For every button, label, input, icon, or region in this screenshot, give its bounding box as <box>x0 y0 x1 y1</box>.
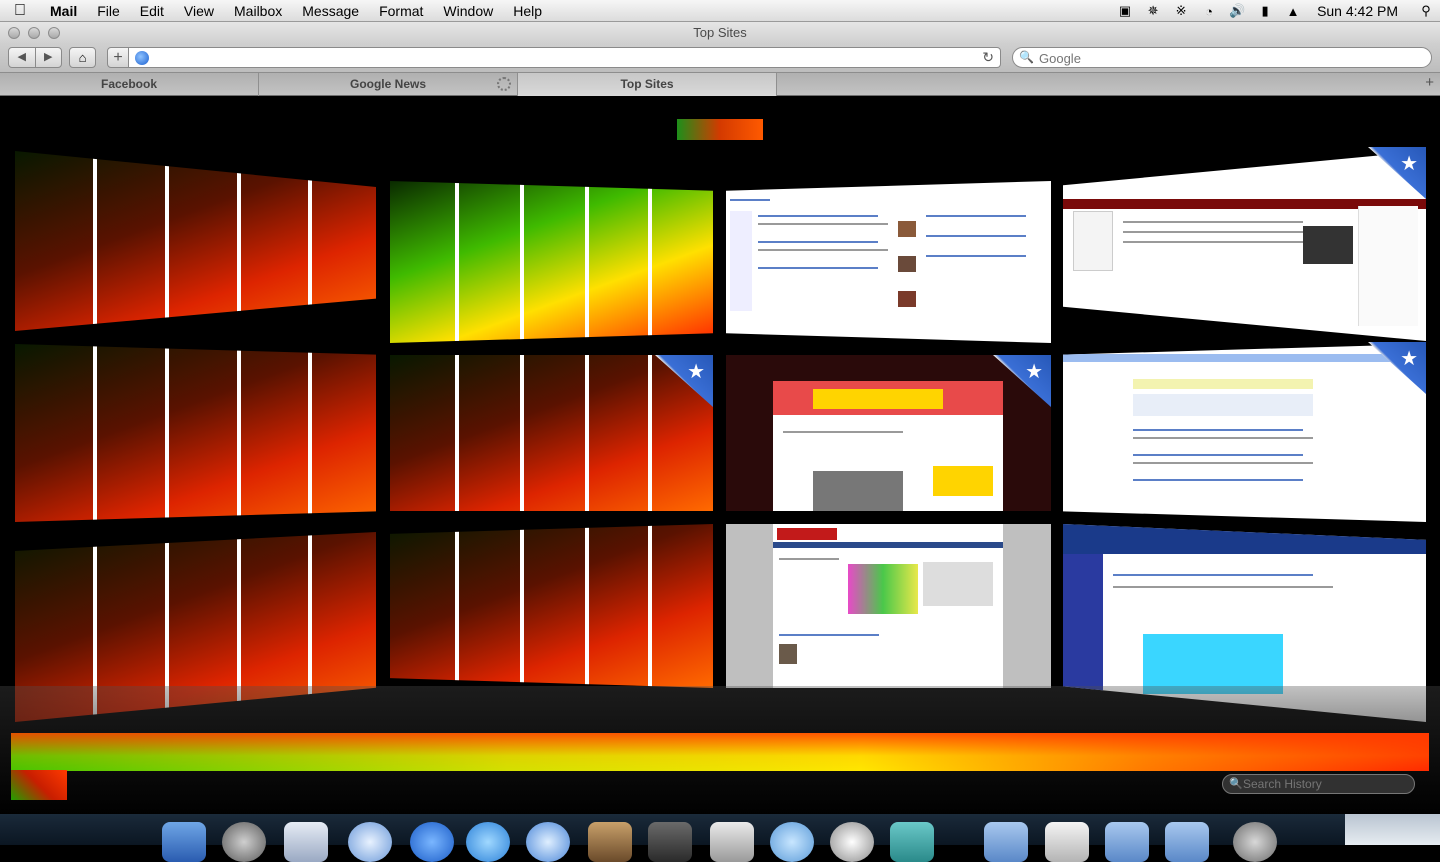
twitter-icon[interactable] <box>770 822 814 862</box>
menu-message[interactable]: Message <box>292 3 369 19</box>
zoom-button[interactable] <box>48 27 60 39</box>
search-field[interactable]: 🔍 <box>1012 47 1432 68</box>
search-history-field[interactable]: 🔍 <box>1222 774 1415 794</box>
menu-view[interactable]: View <box>174 3 224 19</box>
battery-icon[interactable]: ▮ <box>1251 0 1279 22</box>
desktop-wallpaper-preview <box>1345 814 1440 845</box>
menu-help[interactable]: Help <box>503 3 552 19</box>
search-history-input[interactable] <box>1243 777 1409 791</box>
add-bookmark-button[interactable]: + <box>107 47 129 68</box>
globe-icon <box>135 51 149 65</box>
tab-google-news[interactable]: Google News <box>259 73 518 96</box>
chrome-icon[interactable] <box>526 822 570 862</box>
window-title: Top Sites <box>693 25 747 40</box>
downloads-folder-icon[interactable] <box>1165 822 1209 862</box>
imovie-icon[interactable] <box>648 822 692 862</box>
new-site-star-icon: ★ <box>1368 342 1426 394</box>
search-input[interactable] <box>1039 50 1419 66</box>
top-site-thumbnail-google-news[interactable] <box>726 181 1051 343</box>
menu-bar:  Mail File Edit View Mailbox Message Fo… <box>0 0 1440 22</box>
menubar-clock[interactable]: Sun 4:42 PM <box>1307 3 1412 19</box>
top-site-thumbnail-2[interactable] <box>390 181 713 343</box>
search-icon[interactable]: 🔍 <box>1019 50 1034 64</box>
top-site-thumbnail-5[interactable] <box>15 344 376 522</box>
bottom-gradient-bar <box>11 733 1429 771</box>
time-machine-icon[interactable]: ▣ <box>1111 0 1139 22</box>
top-sites-header-graphic <box>677 119 763 140</box>
script-editor-icon[interactable] <box>710 822 754 862</box>
finder-icon[interactable] <box>162 822 206 862</box>
menu-file[interactable]: File <box>87 3 130 19</box>
dock <box>0 814 1440 862</box>
tab-bar: Facebook Google News Top Sites + <box>0 72 1440 96</box>
menu-mailbox[interactable]: Mailbox <box>224 3 292 19</box>
mail-icon[interactable] <box>284 822 328 862</box>
new-site-star-icon: ★ <box>993 355 1051 407</box>
close-button[interactable] <box>8 27 20 39</box>
top-sites-view: ★ ★ ★ ★ 🔍 Search History <box>0 96 1440 816</box>
trash-icon[interactable] <box>1233 822 1277 862</box>
address-bar[interactable]: ↻ <box>129 47 1001 68</box>
search-icon: 🔍 <box>1229 778 1243 790</box>
menu-edit[interactable]: Edit <box>130 3 174 19</box>
forward-button[interactable]: ▶ <box>36 48 62 67</box>
corner-gradient-badge <box>11 770 67 800</box>
loading-spinner-icon <box>497 77 511 91</box>
tab-facebook[interactable]: Facebook <box>0 73 259 96</box>
top-site-thumbnail-10[interactable] <box>390 524 713 688</box>
utility-icon[interactable] <box>830 822 874 862</box>
window-titlebar: Top Sites <box>0 22 1440 44</box>
back-button[interactable]: ◀ <box>9 48 36 67</box>
new-site-star-icon: ★ <box>1368 147 1426 199</box>
user-menu-icon[interactable]: ▲ <box>1279 0 1307 22</box>
minimize-button[interactable] <box>28 27 40 39</box>
reload-icon[interactable]: ↻ <box>982 49 994 66</box>
spotlight-icon[interactable]: ⚲ <box>1412 0 1440 22</box>
itunes-icon[interactable] <box>466 822 510 862</box>
new-tab-button[interactable]: + <box>1425 74 1434 91</box>
bluetooth-icon[interactable]: ※ <box>1167 0 1195 22</box>
top-site-thumbnail-politifact[interactable] <box>726 524 1051 688</box>
ichat-icon[interactable] <box>410 822 454 862</box>
tab-label: Top Sites <box>620 77 674 91</box>
folder-icon[interactable] <box>984 822 1028 862</box>
menu-app-mail[interactable]: Mail <box>40 3 87 19</box>
browser-toolbar: ◀ ▶ ⌂ + ↻ 🔍 <box>0 44 1440 72</box>
document-icon[interactable] <box>1045 822 1089 862</box>
safari-icon[interactable] <box>348 822 392 862</box>
top-site-thumbnail-1[interactable] <box>15 151 376 331</box>
menu-window[interactable]: Window <box>433 3 503 19</box>
iphoto-icon[interactable] <box>588 822 632 862</box>
dashboard-icon[interactable] <box>222 822 266 862</box>
tab-label: Facebook <box>100 77 157 91</box>
menu-format[interactable]: Format <box>369 3 433 19</box>
home-button[interactable]: ⌂ <box>69 47 96 68</box>
tab-label: Google News <box>349 77 426 91</box>
folder-icon[interactable] <box>1105 822 1149 862</box>
tab-top-sites[interactable]: Top Sites <box>518 73 777 96</box>
nav-buttons: ◀ ▶ <box>8 47 62 68</box>
apple-icon[interactable]:  <box>0 2 40 20</box>
sync-icon[interactable]: ✵ <box>1139 0 1167 22</box>
app-icon[interactable] <box>890 822 934 862</box>
wifi-icon[interactable]: ◔ <box>1195 0 1223 22</box>
new-site-star-icon: ★ <box>655 355 713 407</box>
volume-icon[interactable]: 🔊 <box>1223 0 1251 22</box>
